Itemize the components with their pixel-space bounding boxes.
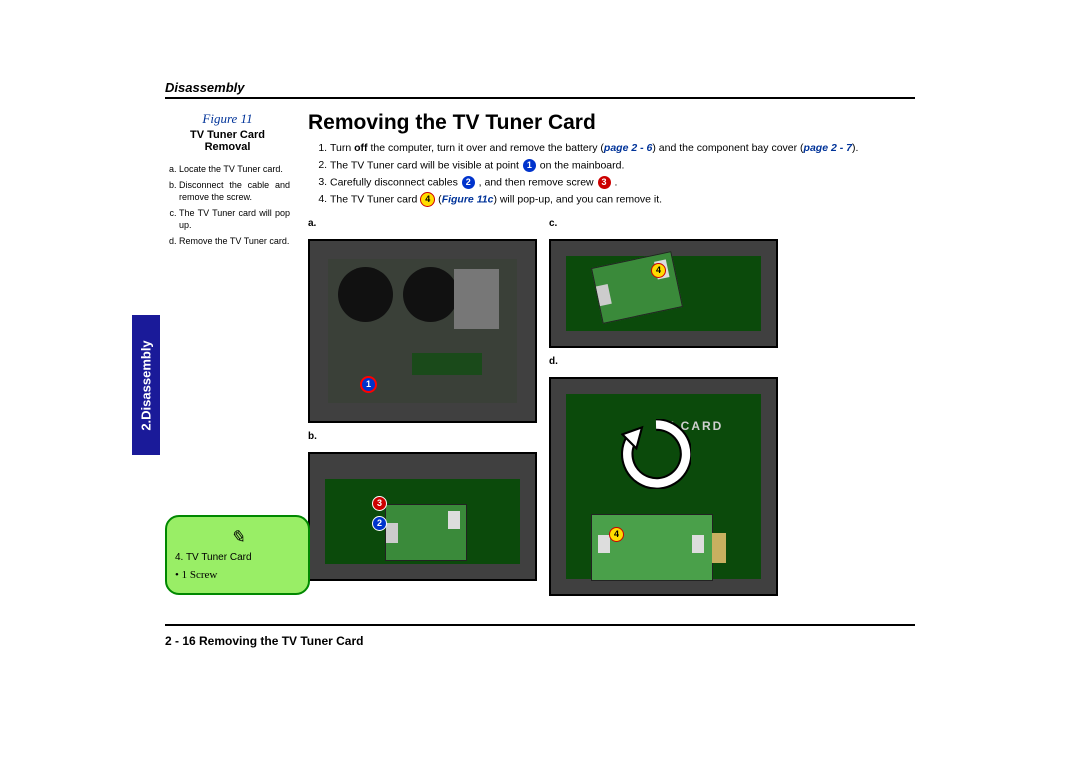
photo-callout-2: 2 [372, 516, 387, 531]
section-header: Disassembly [165, 80, 915, 99]
photo-d: TV CARD 4 [549, 377, 778, 596]
figure-label: Figure 11 [165, 111, 290, 127]
callout-4: 4 [420, 192, 435, 207]
page-title: Removing the TV Tuner Card [308, 111, 915, 135]
photo-callout-1: 1 [360, 376, 377, 393]
photo-label-d: d. [549, 356, 778, 367]
page-footer: 2 - 16 Removing the TV Tuner Card [165, 634, 363, 648]
page-ref-link[interactable]: page 2 - 7 [804, 142, 852, 154]
instruction-step: Carefully disconnect cables 2 , and then… [330, 175, 915, 191]
photo-c: 4 [549, 239, 778, 348]
figure-step: Disconnect the cable and remove the scre… [179, 179, 290, 204]
figure-steps-list: Locate the TV Tuner card. Disconnect the… [165, 163, 290, 248]
page-ref-link[interactable]: page 2 - 6 [604, 142, 652, 154]
photo-label-a: a. [308, 218, 537, 229]
instruction-step: The TV Tuner card 4 (Figure 11c) will po… [330, 192, 915, 208]
figure-step: The TV Tuner card will pop up. [179, 207, 290, 232]
figure-step: Locate the TV Tuner card. [179, 163, 290, 176]
photo-callout-4b: 4 [609, 527, 624, 542]
photo-callout-3: 3 [372, 496, 387, 511]
callout-2: 2 [461, 175, 476, 190]
photo-a: 1 [308, 239, 537, 423]
note-box: ✎ 4. TV Tuner Card • 1 Screw [165, 515, 310, 595]
callout-1: 1 [522, 158, 537, 173]
footer-rule [165, 624, 915, 626]
instruction-step: The TV Tuner card will be visible at poi… [330, 158, 915, 174]
note-bullet: • 1 Screw [175, 569, 300, 581]
photo-label-c: c. [549, 218, 778, 229]
instruction-step: Turn off the computer, turn it over and … [330, 141, 915, 157]
photo-callout-4: 4 [651, 263, 666, 278]
rotate-arrow-icon [621, 419, 691, 489]
note-item: 4. TV Tuner Card [175, 552, 300, 563]
figure-step: Remove the TV Tuner card. [179, 235, 290, 248]
photo-label-b: b. [308, 431, 537, 442]
callout-3: 3 [597, 175, 612, 190]
figure-title: TV Tuner Card Removal [165, 129, 290, 153]
instruction-list: Turn off the computer, turn it over and … [308, 141, 915, 208]
figure-ref-link[interactable]: Figure 11c [442, 193, 494, 205]
chapter-tab: 2.Disassembly [132, 315, 160, 455]
pencil-icon: ✎ [175, 527, 300, 548]
photo-b: 2 3 [308, 452, 537, 581]
